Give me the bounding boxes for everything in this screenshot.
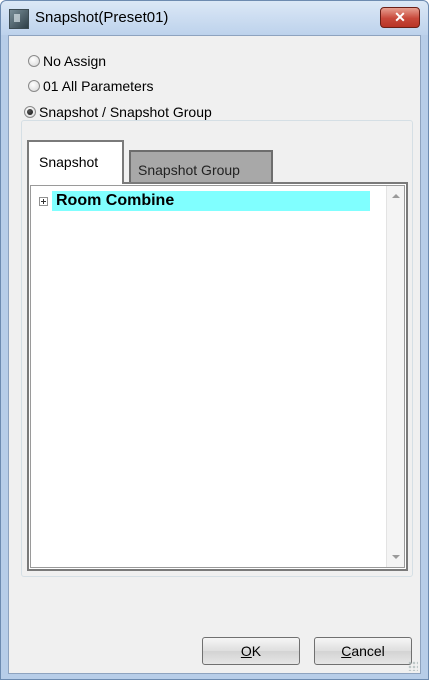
close-button[interactable]: ✕ <box>380 7 420 28</box>
resize-grip-icon[interactable] <box>408 661 418 671</box>
ok-mnemonic: O <box>240 643 252 659</box>
expand-plus-icon[interactable] <box>39 196 48 206</box>
radio-all-parameters[interactable]: 01 All Parameters <box>28 78 154 94</box>
window-title: Snapshot(Preset01) <box>35 9 169 26</box>
tab-snapshot[interactable]: Snapshot <box>27 140 124 184</box>
cancel-label: ancel <box>351 643 385 659</box>
tab-panel: Room Combine <box>27 182 408 571</box>
radio-label-all-parameters: 01 All Parameters <box>43 78 154 94</box>
radio-button-icon[interactable] <box>28 55 40 67</box>
radio-snapshot-group[interactable]: Snapshot / Snapshot Group <box>24 104 216 120</box>
radio-label-no-assign: No Assign <box>43 53 107 69</box>
tab-snapshot-group-label: Snapshot Group <box>138 162 240 178</box>
app-icon <box>9 9 29 29</box>
cancel-mnemonic: C <box>341 643 352 659</box>
dialog-window: Snapshot(Preset01) ✕ No Assign 01 All Pa… <box>0 0 429 680</box>
scroll-up-icon[interactable] <box>392 194 400 198</box>
tree-item-label[interactable]: Room Combine <box>52 191 370 211</box>
cancel-button[interactable]: Cancel <box>314 637 412 665</box>
close-icon: ✕ <box>394 9 406 25</box>
radio-button-icon[interactable] <box>28 80 40 92</box>
title-bar[interactable]: Snapshot(Preset01) ✕ <box>1 1 428 35</box>
scroll-down-icon[interactable] <box>392 555 400 559</box>
tab-snapshot-group[interactable]: Snapshot Group <box>129 150 273 184</box>
vertical-scrollbar[interactable] <box>386 186 404 567</box>
ok-label: K <box>251 643 262 659</box>
ok-button[interactable]: OK <box>202 637 300 665</box>
radio-label-snapshot-group: Snapshot / Snapshot Group <box>39 104 212 120</box>
tab-snapshot-label: Snapshot <box>39 154 99 170</box>
tree-item[interactable]: Room Combine <box>39 191 370 211</box>
snapshot-tree[interactable]: Room Combine <box>30 185 405 568</box>
radio-no-assign[interactable]: No Assign <box>28 53 106 69</box>
radio-button-icon[interactable] <box>24 106 36 118</box>
dialog-client-area: No Assign 01 All Parameters Snapshot / S… <box>8 35 421 674</box>
